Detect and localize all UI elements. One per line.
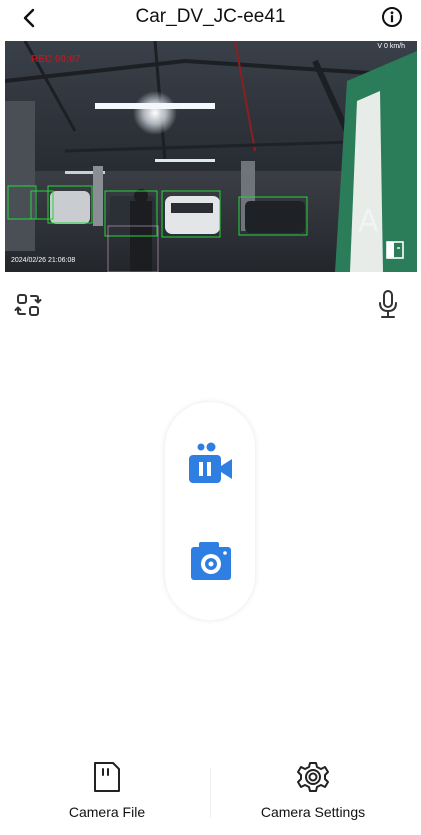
bay-letter: A	[358, 204, 379, 239]
camera-file-button[interactable]: Camera File	[32, 760, 182, 830]
camera-settings-button[interactable]: Camera Settings	[238, 760, 388, 830]
sd-card-icon	[94, 762, 120, 792]
record-pause-icon[interactable]	[186, 440, 236, 486]
video-frame-image: A	[5, 41, 417, 272]
capture-controls-panel	[165, 402, 255, 620]
flip-camera-icon[interactable]	[14, 291, 42, 319]
camera-file-label: Camera File	[68, 804, 146, 820]
bottom-divider	[210, 768, 211, 818]
recording-overlay-text: REC 00:07	[31, 54, 81, 65]
video-timestamp: 2024/02/26 21:06:08	[11, 257, 76, 264]
microphone-icon[interactable]	[376, 289, 400, 319]
gear-icon	[297, 762, 329, 792]
page-title: Car_DV_JC-ee41	[135, 6, 286, 27]
header-bar: Car_DV_JC-ee41	[0, 0, 421, 36]
capture-photo-icon[interactable]	[189, 540, 233, 582]
info-circle-icon[interactable]	[381, 6, 403, 28]
switch-camera-icon[interactable]	[385, 240, 405, 260]
speed-readout: V 0 km/h	[377, 43, 405, 50]
live-video-feed[interactable]: A REC 00:07 V 0 km/h 2024/02/26 21:06:08	[5, 41, 417, 272]
camera-settings-label: Camera Settings	[260, 804, 366, 820]
